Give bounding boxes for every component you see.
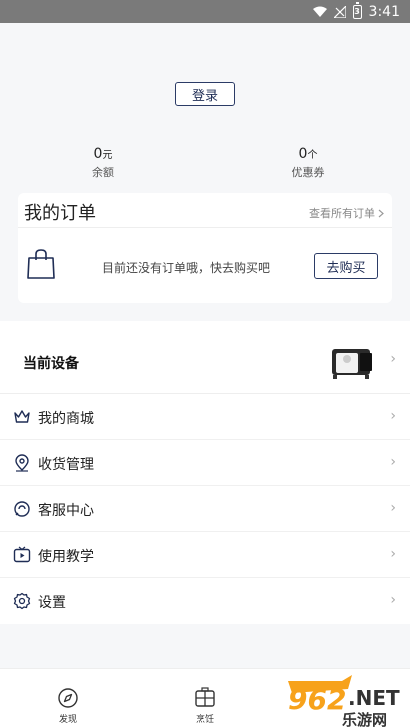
balance-label: 余额 xyxy=(92,166,114,179)
tab-label: 发现 xyxy=(58,715,77,725)
menu-item-label: 收货管理 xyxy=(38,457,94,473)
cooking-icon xyxy=(195,687,215,707)
current-device-label: 当前设备 xyxy=(23,356,79,372)
chat-bubble-icon xyxy=(14,501,30,517)
menu-item-label: 使用教学 xyxy=(38,549,94,565)
menu-item-label: 客服中心 xyxy=(38,503,94,519)
shopping-bag-icon xyxy=(27,249,55,279)
coupon-label: 优惠券 xyxy=(291,166,325,179)
tv-play-icon xyxy=(13,546,31,563)
menu-item-service[interactable]: 客服中心 › xyxy=(0,486,410,532)
watermark-logo: 962 .NET 乐游网 xyxy=(288,675,400,728)
go-buy-button[interactable]: 去购买 xyxy=(314,253,378,279)
balance-unit: 元 xyxy=(102,150,113,161)
chevron-right-icon: › xyxy=(390,546,396,562)
menu-item-settings[interactable]: 设置 › xyxy=(0,578,410,624)
menu-item-address[interactable]: 收货管理 › xyxy=(0,440,410,486)
gear-icon xyxy=(13,592,31,610)
status-time: 3:41 xyxy=(368,3,400,20)
signal-icon xyxy=(333,5,346,18)
battery-level: 3 xyxy=(354,7,360,16)
chevron-right-icon: › xyxy=(390,500,396,516)
crown-icon xyxy=(14,410,30,423)
wifi-icon xyxy=(312,6,327,17)
menu-item-label: 我的商城 xyxy=(38,411,94,427)
view-all-orders-link[interactable]: 查看所有订单 xyxy=(309,205,384,221)
location-pin-icon xyxy=(15,454,29,472)
current-device-row[interactable]: 当前设备 › xyxy=(0,321,410,394)
orders-title: 我的订单 xyxy=(24,203,96,224)
chevron-right-icon: › xyxy=(390,454,396,470)
battery-icon: 3 xyxy=(352,1,362,19)
tab-label: 烹饪 xyxy=(195,715,214,725)
watermark-suffix: .NET xyxy=(348,686,400,710)
device-image xyxy=(332,349,372,379)
coupon-stat[interactable]: 0个 优惠券 xyxy=(268,146,348,180)
watermark-text: 乐游网 xyxy=(342,711,387,728)
orders-card: 我的订单 查看所有订单 目前还没有订单哦，快去购买吧 去购买 xyxy=(18,193,392,303)
menu-item-tutorial[interactable]: 使用教学 › xyxy=(0,532,410,578)
empty-orders-text: 目前还没有订单哦，快去购买吧 xyxy=(102,261,271,275)
balance-stat[interactable]: 0元 余额 xyxy=(63,146,143,180)
login-button[interactable]: 登录 xyxy=(175,82,235,106)
menu-section: 当前设备 › 我的商城 › 收货管理 › 客服中心 › 使用教学 › 设置 › xyxy=(0,321,410,624)
tab-discover[interactable]: 发现 xyxy=(48,687,88,725)
chevron-right-icon xyxy=(378,209,384,217)
coupon-unit: 个 xyxy=(307,150,318,161)
chevron-right-icon: › xyxy=(390,351,396,367)
tab-cooking[interactable]: 烹饪 xyxy=(185,687,225,725)
chevron-right-icon: › xyxy=(390,592,396,608)
compass-icon xyxy=(58,688,78,708)
view-all-orders-label: 查看所有订单 xyxy=(309,207,375,220)
menu-item-mall[interactable]: 我的商城 › xyxy=(0,394,410,440)
divider xyxy=(18,227,392,228)
chevron-right-icon: › xyxy=(390,408,396,424)
menu-item-label: 设置 xyxy=(38,595,66,611)
status-bar: 3 3:41 xyxy=(0,0,410,23)
watermark-number: 962 xyxy=(288,683,346,716)
